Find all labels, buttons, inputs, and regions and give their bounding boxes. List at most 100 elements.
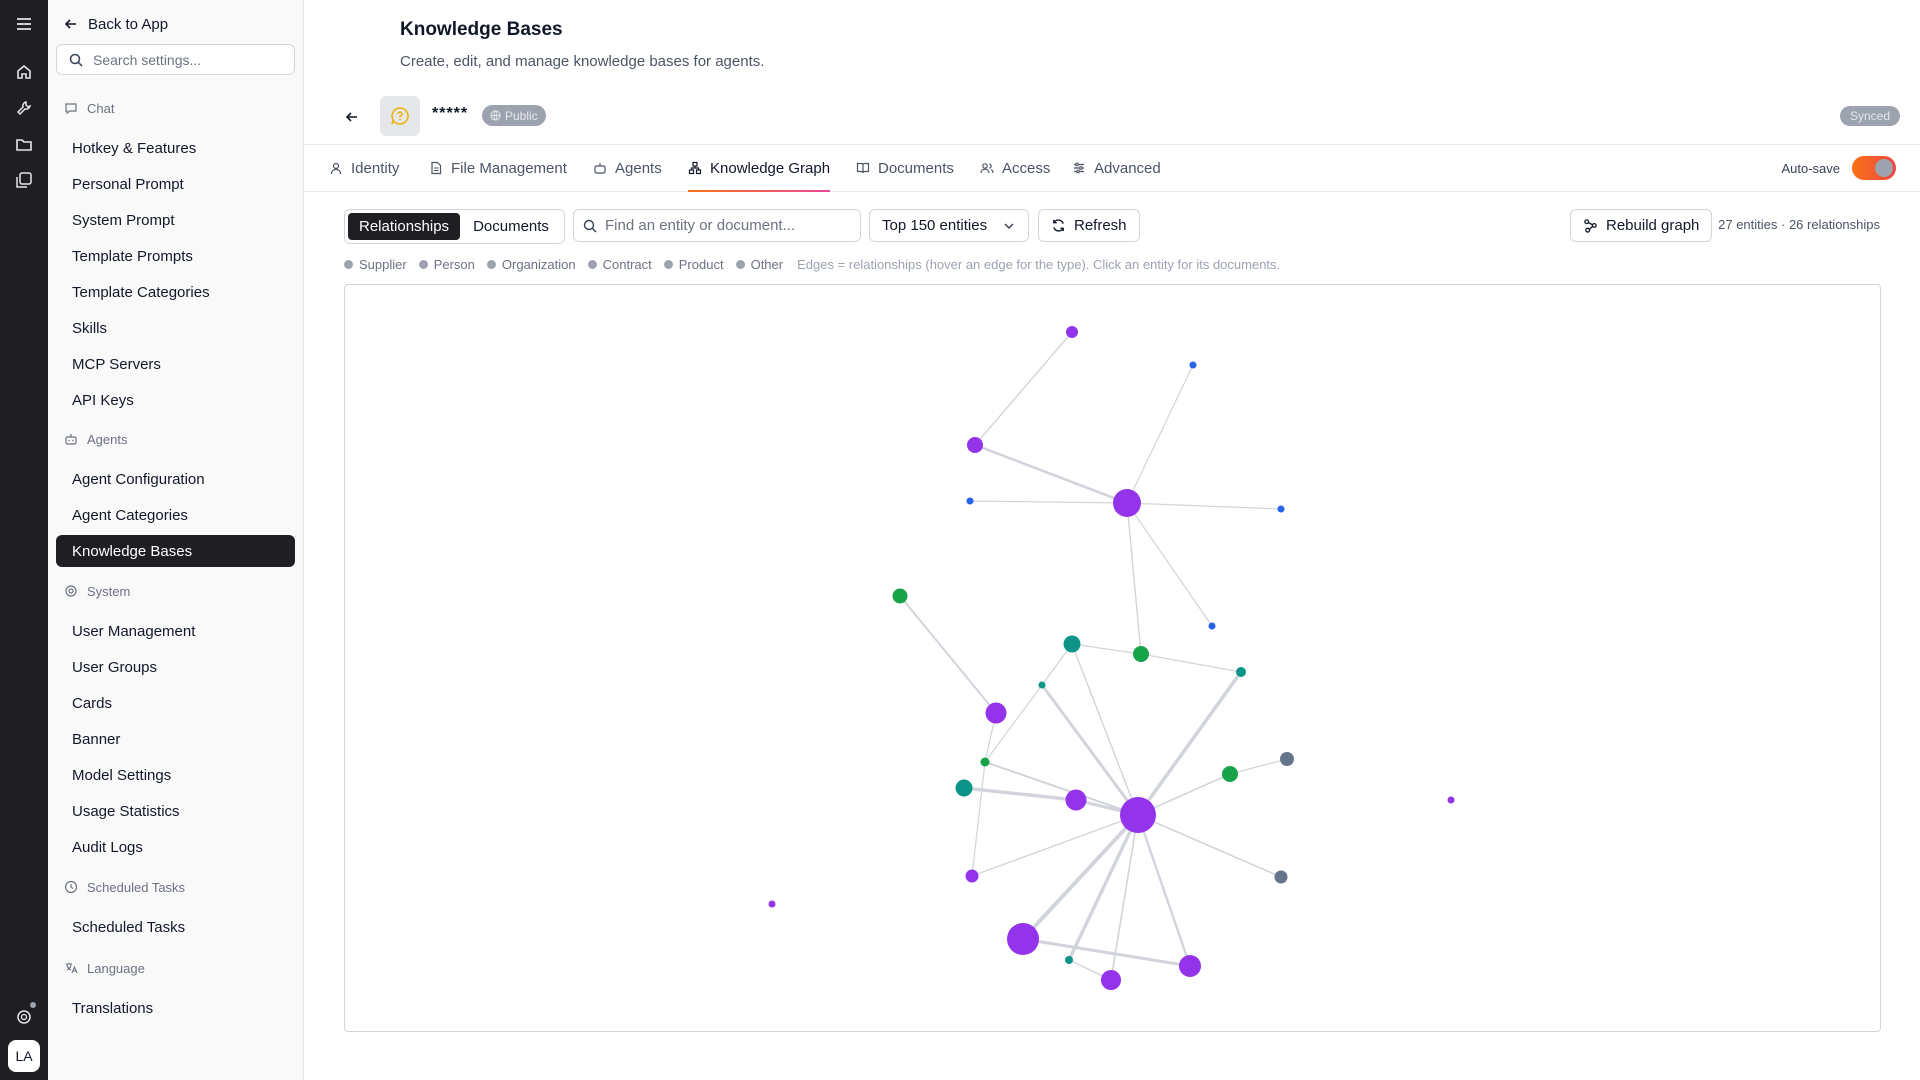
graph-node[interactable] <box>1113 489 1141 517</box>
help-icon[interactable] <box>12 1005 36 1029</box>
graph-node[interactable] <box>1065 956 1073 964</box>
sidebar-item-user-management[interactable]: User Management <box>56 615 295 647</box>
graph-edge[interactable] <box>1126 364 1194 504</box>
graph-node[interactable] <box>1280 752 1294 766</box>
tab-knowledge-graph[interactable]: Knowledge Graph <box>688 145 831 192</box>
graph-edge[interactable] <box>1136 814 1192 967</box>
kb-back-button[interactable] <box>340 105 364 129</box>
section-title: System <box>87 583 131 599</box>
graph-node[interactable] <box>1066 326 1078 338</box>
relationships-view-button[interactable]: Relationships <box>348 213 461 240</box>
graph-node[interactable] <box>1277 505 1285 513</box>
graph-edge[interactable] <box>1229 758 1288 775</box>
graph-node[interactable] <box>1007 923 1039 955</box>
graph-edge[interactable] <box>1071 643 1139 816</box>
graph-node[interactable] <box>892 588 908 604</box>
sidebar-item-hotkey-features[interactable]: Hotkey & Features <box>56 132 295 164</box>
graph-node[interactable] <box>1236 667 1246 677</box>
graph-edge[interactable] <box>984 761 1139 816</box>
folder-icon[interactable] <box>12 132 36 156</box>
graph-edge[interactable] <box>974 443 1128 505</box>
sidebar-item-skills[interactable]: Skills <box>56 312 295 344</box>
settings-search[interactable] <box>56 44 295 75</box>
sidebar-item-agent-categories[interactable]: Agent Categories <box>56 499 295 531</box>
graph-edge[interactable] <box>1071 643 1142 655</box>
wrench-icon[interactable] <box>12 96 36 120</box>
graph-node[interactable] <box>967 437 983 453</box>
sidebar-item-api-keys[interactable]: API Keys <box>56 384 295 416</box>
tab-identity[interactable]: Identity <box>329 145 399 191</box>
graph-edge[interactable] <box>1136 670 1243 817</box>
entity-limit-value: Top 150 entities <box>882 217 988 234</box>
graph-node[interactable] <box>1447 796 1455 804</box>
graph-node[interactable] <box>1063 635 1081 653</box>
graph-node[interactable] <box>1179 955 1201 977</box>
sidebar-item-user-groups[interactable]: User Groups <box>56 651 295 683</box>
graph-edge[interactable] <box>1040 684 1140 816</box>
sidebar-item-translations[interactable]: Translations <box>56 992 295 1024</box>
graph-node[interactable] <box>1120 797 1156 833</box>
entity-search-input[interactable] <box>605 217 855 234</box>
home-icon[interactable] <box>12 60 36 84</box>
sidebar-item-agent-configuration[interactable]: Agent Configuration <box>56 463 295 495</box>
autosave-toggle[interactable] <box>1852 156 1896 180</box>
legend-item-contract: Contract <box>587 257 652 272</box>
entity-limit-select[interactable]: Top 150 entities <box>869 209 1029 242</box>
graph-edge[interactable] <box>1137 814 1282 878</box>
gallery-icon[interactable] <box>12 168 36 192</box>
user-avatar[interactable]: LA <box>8 1040 40 1072</box>
tab-agents[interactable]: Agents <box>593 145 662 191</box>
graph-edge[interactable] <box>1126 502 1142 655</box>
graph-node[interactable] <box>768 900 776 908</box>
tab-file-management[interactable]: File Management <box>429 145 567 191</box>
sidebar-item-template-prompts[interactable]: Template Prompts <box>56 240 295 272</box>
graph-node[interactable] <box>1065 789 1087 811</box>
menu-icon[interactable] <box>12 12 36 36</box>
graph-icon <box>688 161 702 175</box>
sidebar-item-model-settings[interactable]: Model Settings <box>56 759 295 791</box>
graph-node[interactable] <box>980 757 990 767</box>
sidebar-item-personal-prompt[interactable]: Personal Prompt <box>56 168 295 200</box>
settings-search-input[interactable] <box>93 51 283 68</box>
graph-node[interactable] <box>1101 970 1121 990</box>
sidebar-item-knowledge-bases[interactable]: Knowledge Bases <box>56 535 295 567</box>
graph-edge[interactable] <box>1126 502 1213 627</box>
sidebar-item-usage-statistics[interactable]: Usage Statistics <box>56 795 295 827</box>
documents-view-button[interactable]: Documents <box>462 213 560 240</box>
graph-edge[interactable] <box>969 500 1128 504</box>
sidebar-item-mcp-servers[interactable]: MCP Servers <box>56 348 295 380</box>
graph-node[interactable] <box>1222 766 1238 782</box>
tab-advanced[interactable]: Advanced <box>1072 145 1161 191</box>
graph-edge[interactable] <box>1140 653 1242 673</box>
tab-access[interactable]: Access <box>980 145 1050 191</box>
rebuild-graph-button[interactable]: Rebuild graph <box>1570 209 1713 242</box>
graph-icon <box>1584 219 1597 233</box>
back-to-app-link[interactable]: Back to App <box>64 12 168 36</box>
graph-node[interactable] <box>965 869 979 883</box>
refresh-button[interactable]: Refresh <box>1038 209 1140 242</box>
sidebar-item-audit-logs[interactable]: Audit Logs <box>56 831 295 863</box>
sidebar-item-system-prompt[interactable]: System Prompt <box>56 204 295 236</box>
graph-svg[interactable] <box>345 285 1882 1033</box>
graph-edge[interactable] <box>974 331 1073 446</box>
sidebar-item-cards[interactable]: Cards <box>56 687 295 719</box>
sidebar-item-scheduled-tasks[interactable]: Scheduled Tasks <box>56 911 295 943</box>
tab-documents[interactable]: Documents <box>856 145 954 191</box>
graph-edge[interactable] <box>899 595 997 714</box>
graph-node[interactable] <box>966 497 974 505</box>
graph-node[interactable] <box>955 779 973 797</box>
graph-node[interactable] <box>1038 681 1046 689</box>
view-switcher: Relationships Documents <box>344 209 565 244</box>
sidebar-item-template-categories[interactable]: Template Categories <box>56 276 295 308</box>
knowledge-graph-canvas[interactable] <box>344 284 1881 1032</box>
graph-node[interactable] <box>1189 361 1197 369</box>
graph-node[interactable] <box>1274 870 1288 884</box>
graph-edge[interactable] <box>1126 502 1282 510</box>
sidebar-item-banner[interactable]: Banner <box>56 723 295 755</box>
graph-node[interactable] <box>985 702 1007 724</box>
graph-node[interactable] <box>1208 622 1216 630</box>
graph-edge[interactable] <box>971 761 986 877</box>
graph-node[interactable] <box>1133 646 1149 662</box>
graph-edge[interactable] <box>1022 937 1191 968</box>
entity-search[interactable] <box>573 209 861 242</box>
